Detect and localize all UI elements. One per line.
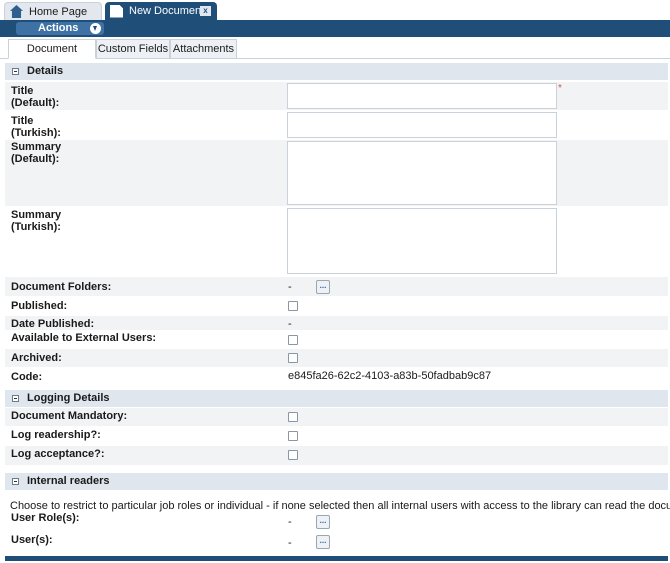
document-tab-strip: Home Page New Document x — [0, 0, 670, 20]
summary-turkish-label-line1: Summary — [11, 209, 62, 221]
details-section-header[interactable]: Details — [5, 63, 668, 80]
users-label: User(s): — [11, 534, 53, 546]
actions-bar: Actions — [0, 20, 670, 37]
log-acceptance-label: Log acceptance?: — [11, 448, 105, 460]
document-icon — [110, 4, 123, 18]
date-published-label: Date Published: — [11, 318, 95, 330]
arrow-down-circle-icon — [90, 23, 101, 34]
tab-home-page[interactable]: Home Page — [4, 2, 102, 20]
logging-details-section-header[interactable]: Logging Details — [5, 390, 668, 407]
internal-readers-heading: Internal readers — [27, 475, 110, 487]
tab-document-details[interactable]: Document Details — [8, 39, 96, 74]
document-mandatory-label: Document Mandatory: — [11, 410, 128, 422]
detail-subtabs: Document Details Custom Fields Attachmen… — [0, 38, 670, 74]
summary-turkish-row: Summary (Turkish): — [5, 208, 668, 276]
archived-row: Archived: — [5, 349, 668, 368]
title-turkish-label-line1: Title — [11, 115, 34, 127]
user-roles-row: User Role(s): - ... — [5, 512, 668, 531]
logging-details-heading: Logging Details — [27, 392, 110, 404]
summary-turkish-label-line2: (Turkish): — [11, 221, 61, 233]
code-row: Code: e845fa26-62c2-4103-a83b-50fadbab9c… — [5, 368, 668, 386]
summary-default-label-line1: Summary — [11, 141, 62, 153]
actions-button[interactable]: Actions — [16, 22, 104, 35]
title-turkish-label-line2: (Turkish): — [11, 127, 61, 139]
collapse-icon[interactable] — [12, 395, 19, 402]
archived-label: Archived: — [11, 352, 62, 364]
archived-checkbox[interactable] — [288, 353, 298, 363]
tab-home-page-label: Home Page — [29, 5, 88, 18]
home-icon — [10, 5, 23, 18]
published-label: Published: — [11, 300, 68, 312]
tab-attachments[interactable]: Attachments — [170, 39, 237, 59]
title-turkish-label: Title (Turkish): — [11, 115, 61, 139]
log-readership-checkbox[interactable] — [288, 431, 298, 441]
users-picker-button[interactable]: ... — [316, 535, 330, 549]
details-heading: Details — [27, 65, 64, 77]
bottom-bar — [5, 556, 668, 561]
users-row: User(s): - ... — [5, 532, 668, 552]
log-readership-row: Log readership?: — [5, 427, 668, 446]
collapse-icon[interactable] — [12, 68, 19, 75]
log-acceptance-row: Log acceptance?: — [5, 446, 668, 466]
summary-default-label-line2: (Default): — [11, 153, 60, 165]
collapse-icon[interactable] — [12, 478, 19, 485]
internal-readers-note: Choose to restrict to particular job rol… — [10, 500, 670, 512]
document-folders-label: Document Folders: — [11, 281, 112, 293]
published-checkbox[interactable] — [288, 301, 298, 311]
user-roles-picker-button[interactable]: ... — [316, 515, 330, 529]
user-roles-label: User Role(s): — [11, 512, 80, 524]
available-external-label: Available to External Users: — [11, 332, 157, 344]
published-row: Published: — [5, 297, 668, 316]
tab-new-document[interactable]: New Document x — [105, 2, 217, 20]
log-readership-label: Log readership?: — [11, 429, 101, 441]
log-acceptance-checkbox[interactable] — [288, 450, 298, 460]
code-value: e845fa26-62c2-4103-a83b-50fadbab9c87 — [288, 370, 492, 382]
title-turkish-row: Title (Turkish): — [5, 112, 668, 139]
required-indicator: * — [558, 83, 562, 94]
user-roles-value: - — [288, 516, 292, 528]
title-default-input[interactable] — [287, 83, 557, 109]
summary-turkish-label: Summary (Turkish): — [11, 209, 61, 233]
code-label: Code: — [11, 371, 43, 383]
document-folders-row: Document Folders: - ... — [5, 277, 668, 297]
document-mandatory-checkbox[interactable] — [288, 412, 298, 422]
tab-new-document-label: New Document — [129, 5, 205, 17]
users-value: - — [288, 537, 292, 549]
actions-button-label: Actions — [38, 22, 79, 34]
summary-default-label: Summary (Default): — [11, 141, 61, 165]
title-default-label-line1: Title — [11, 85, 34, 97]
internal-readers-section-header[interactable]: Internal readers — [5, 473, 668, 490]
available-external-checkbox[interactable] — [288, 335, 298, 345]
document-folders-picker-button[interactable]: ... — [316, 280, 330, 294]
document-folders-value: - — [288, 281, 292, 293]
available-external-row: Available to External Users: — [5, 331, 668, 349]
title-default-label-line2: (Default): — [11, 97, 60, 109]
close-tab-icon[interactable]: x — [200, 6, 211, 16]
date-published-value: - — [288, 318, 292, 330]
tab-custom-fields[interactable]: Custom Fields — [96, 39, 170, 59]
title-default-label: Title (Default): — [11, 85, 59, 109]
summary-turkish-textarea[interactable] — [287, 208, 557, 274]
title-turkish-input[interactable] — [287, 112, 557, 138]
summary-default-textarea[interactable] — [287, 141, 557, 205]
title-default-row: Title (Default): * — [5, 82, 668, 111]
summary-default-row: Summary (Default): — [5, 140, 668, 207]
document-mandatory-row: Document Mandatory: — [5, 408, 668, 427]
date-published-row: Date Published: - — [5, 316, 668, 331]
